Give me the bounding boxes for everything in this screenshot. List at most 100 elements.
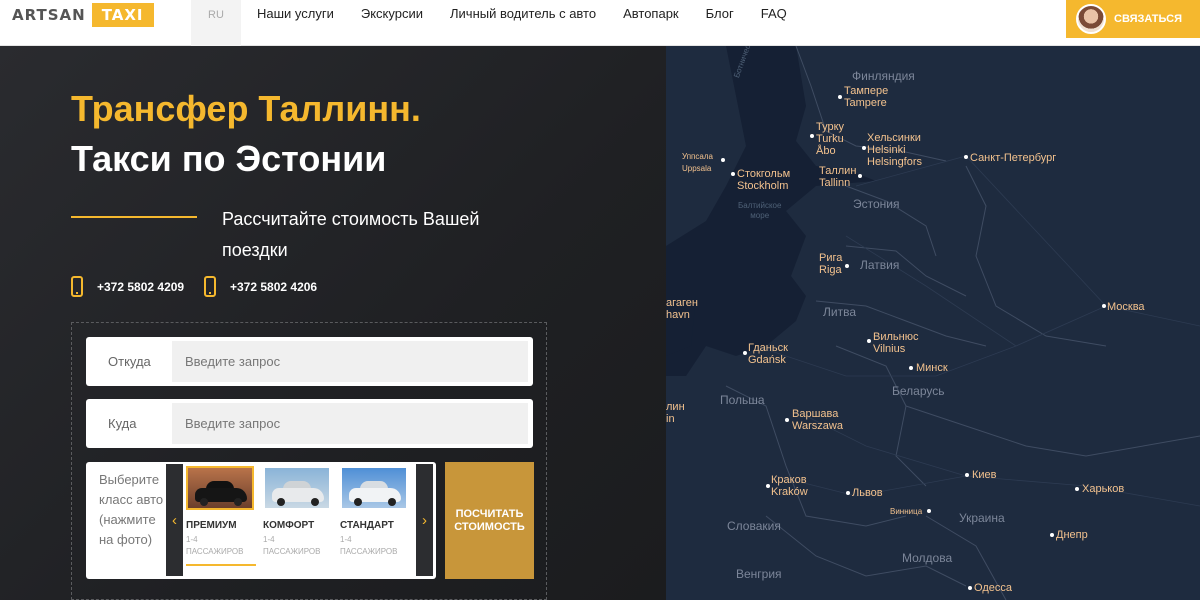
carousel-next-button[interactable]: › — [416, 464, 433, 576]
country-label-finland: Финляндия — [852, 69, 915, 83]
car-option-standard[interactable]: СТАНДАРТ 1-4 ПАССАЖИРОВ — [340, 466, 410, 558]
country-label-slovakia: Словакия — [727, 519, 781, 533]
city-marker — [927, 509, 931, 513]
sea-label-baltic: Балтийское море — [738, 201, 782, 220]
calculate-cost-button[interactable]: ПОСЧИТАТЬ СТОИМОСТЬ — [445, 462, 534, 579]
decorative-divider — [71, 216, 197, 218]
nav-fleet[interactable]: Автопарк — [623, 6, 679, 21]
city-label-kiev: Киев — [972, 469, 997, 481]
city-marker — [964, 155, 968, 159]
car-class-selector: Выберите класс авто (нажмите на фото) ‹ … — [86, 462, 436, 579]
city-name: Москва — [1107, 301, 1145, 313]
city-label-dnepr: Днепр — [1056, 529, 1088, 541]
car-name: КОМФОРТ — [263, 520, 315, 531]
logo-word: ARTSAN — [12, 6, 86, 24]
city-marker — [965, 473, 969, 477]
city-marker — [846, 491, 850, 495]
city-marker — [1075, 487, 1079, 491]
selected-indicator — [186, 564, 256, 566]
car-seats-caption: ПАССАЖИРОВ — [263, 547, 321, 556]
city-name: Одесса — [974, 582, 1012, 594]
hero-section: Трансфер Таллинн. Такси по Эстонии Рассч… — [0, 46, 666, 600]
city-label-tallinn: Таллин Tallinn — [819, 165, 856, 189]
city-name: лин in — [666, 401, 685, 425]
city-name: Санкт-Петербург — [970, 152, 1057, 164]
city-marker — [1102, 304, 1106, 308]
from-field: Откуда — [86, 337, 533, 386]
avatar — [1076, 4, 1106, 34]
city-label-turku: Турку Turku Åbo — [816, 121, 844, 157]
car-photo-standard[interactable] — [340, 466, 408, 510]
nav-blog[interactable]: Блог — [706, 6, 734, 21]
site-header: ARTSAN TAXI RU Наши услуги Экскурсии Лич… — [0, 0, 1200, 46]
city-label-tampere: Тампере Tampere — [844, 85, 888, 109]
phone-icon — [71, 276, 83, 297]
phone-icon — [204, 276, 216, 297]
car-name: ПРЕМИУМ — [186, 520, 237, 531]
city-marker — [721, 158, 725, 162]
country-label-lithuania: Литва — [823, 305, 856, 319]
city-name: Минск — [916, 362, 948, 374]
language-switcher[interactable]: RU — [191, 0, 241, 46]
city-name: Турку Turku Åbo — [816, 121, 845, 157]
contact-button[interactable]: СВЯЗАТЬСЯ — [1066, 0, 1200, 38]
city-label-berlin: лин in — [666, 401, 685, 425]
route-map[interactable]: Тампере Tampere Турку Turku Åbo Хельсинк… — [666, 46, 1200, 600]
country-label-poland: Польша — [720, 393, 765, 407]
from-input[interactable] — [172, 341, 528, 382]
carousel-prev-button[interactable]: ‹ — [166, 464, 183, 576]
phone-link-2[interactable]: +372 5802 4206 — [204, 276, 317, 297]
country-label-ukraine: Украина — [959, 511, 1005, 525]
car-option-comfort[interactable]: КОМФОРТ 1-4 ПАССАЖИРОВ — [263, 466, 333, 558]
city-label-kharkov: Харьков — [1082, 483, 1124, 495]
country-label-belarus: Беларусь — [892, 384, 945, 398]
city-label-riga: Рига Riga — [819, 252, 842, 276]
city-label-stockholm: Стокгольм Stockholm — [737, 168, 790, 192]
phone-number: +372 5802 4206 — [230, 279, 318, 294]
city-marker — [968, 586, 972, 590]
city-marker — [785, 418, 789, 422]
city-name: Тампере Tampere — [844, 85, 889, 109]
nav-faq[interactable]: FAQ — [761, 6, 787, 21]
city-label-warsaw: Варшава Warszawa — [792, 408, 843, 432]
car-photo-comfort[interactable] — [263, 466, 331, 510]
nav-services[interactable]: Наши услуги — [257, 6, 334, 21]
car-class-prompt: Выберите класс авто (нажмите на фото) — [99, 472, 164, 547]
car-photo-premium[interactable] — [186, 466, 254, 510]
to-field: Куда — [86, 399, 533, 448]
city-label-odessa: Одесса — [974, 582, 1012, 594]
car-option-premium[interactable]: ПРЕМИУМ 1-4 ПАССАЖИРОВ — [186, 466, 256, 566]
city-label-copenhagen: агаген havn — [666, 297, 698, 321]
phone-link-1[interactable]: +372 5802 4209 — [71, 276, 184, 297]
to-label: Куда — [108, 416, 137, 431]
nav-excursions[interactable]: Экскурсии — [361, 6, 423, 21]
city-name: Рига Riga — [819, 252, 843, 276]
city-marker — [845, 264, 849, 268]
country-label-latvia: Латвия — [860, 258, 900, 272]
city-marker — [766, 484, 770, 488]
city-marker — [1050, 533, 1054, 537]
city-name: Уппсала Uppsala — [682, 152, 713, 173]
city-name: Харьков — [1082, 483, 1125, 495]
city-label-gdansk: Гданьск Gdańsk — [748, 342, 788, 366]
city-label-uppsala: Уппсала Uppsala — [682, 151, 713, 175]
hero-title-line1: Трансфер Таллинн. — [71, 88, 421, 129]
city-marker — [743, 351, 747, 355]
city-marker — [731, 172, 735, 176]
city-marker — [909, 366, 913, 370]
city-label-vilnius: Вильнюс Vilnius — [873, 331, 918, 355]
phone-number: +372 5802 4209 — [97, 279, 185, 294]
logo[interactable]: ARTSAN TAXI — [12, 3, 154, 27]
hero-title-line2: Такси по Эстонии — [71, 138, 387, 179]
from-label: Откуда — [108, 354, 151, 369]
city-name: Винница — [890, 507, 923, 516]
logo-badge: TAXI — [91, 3, 154, 27]
to-input[interactable] — [172, 403, 528, 444]
nav-personal-driver[interactable]: Личный водитель с авто — [450, 6, 596, 21]
city-name: Днепр — [1056, 529, 1088, 541]
city-name: Стокгольм Stockholm — [737, 168, 791, 192]
car-name: СТАНДАРТ — [340, 520, 394, 531]
car-seats: 1-4 — [263, 535, 275, 544]
city-name: Львов — [852, 487, 883, 499]
hero-subtitle: Рассчитайте стоимость Вашей поездки — [222, 209, 480, 260]
